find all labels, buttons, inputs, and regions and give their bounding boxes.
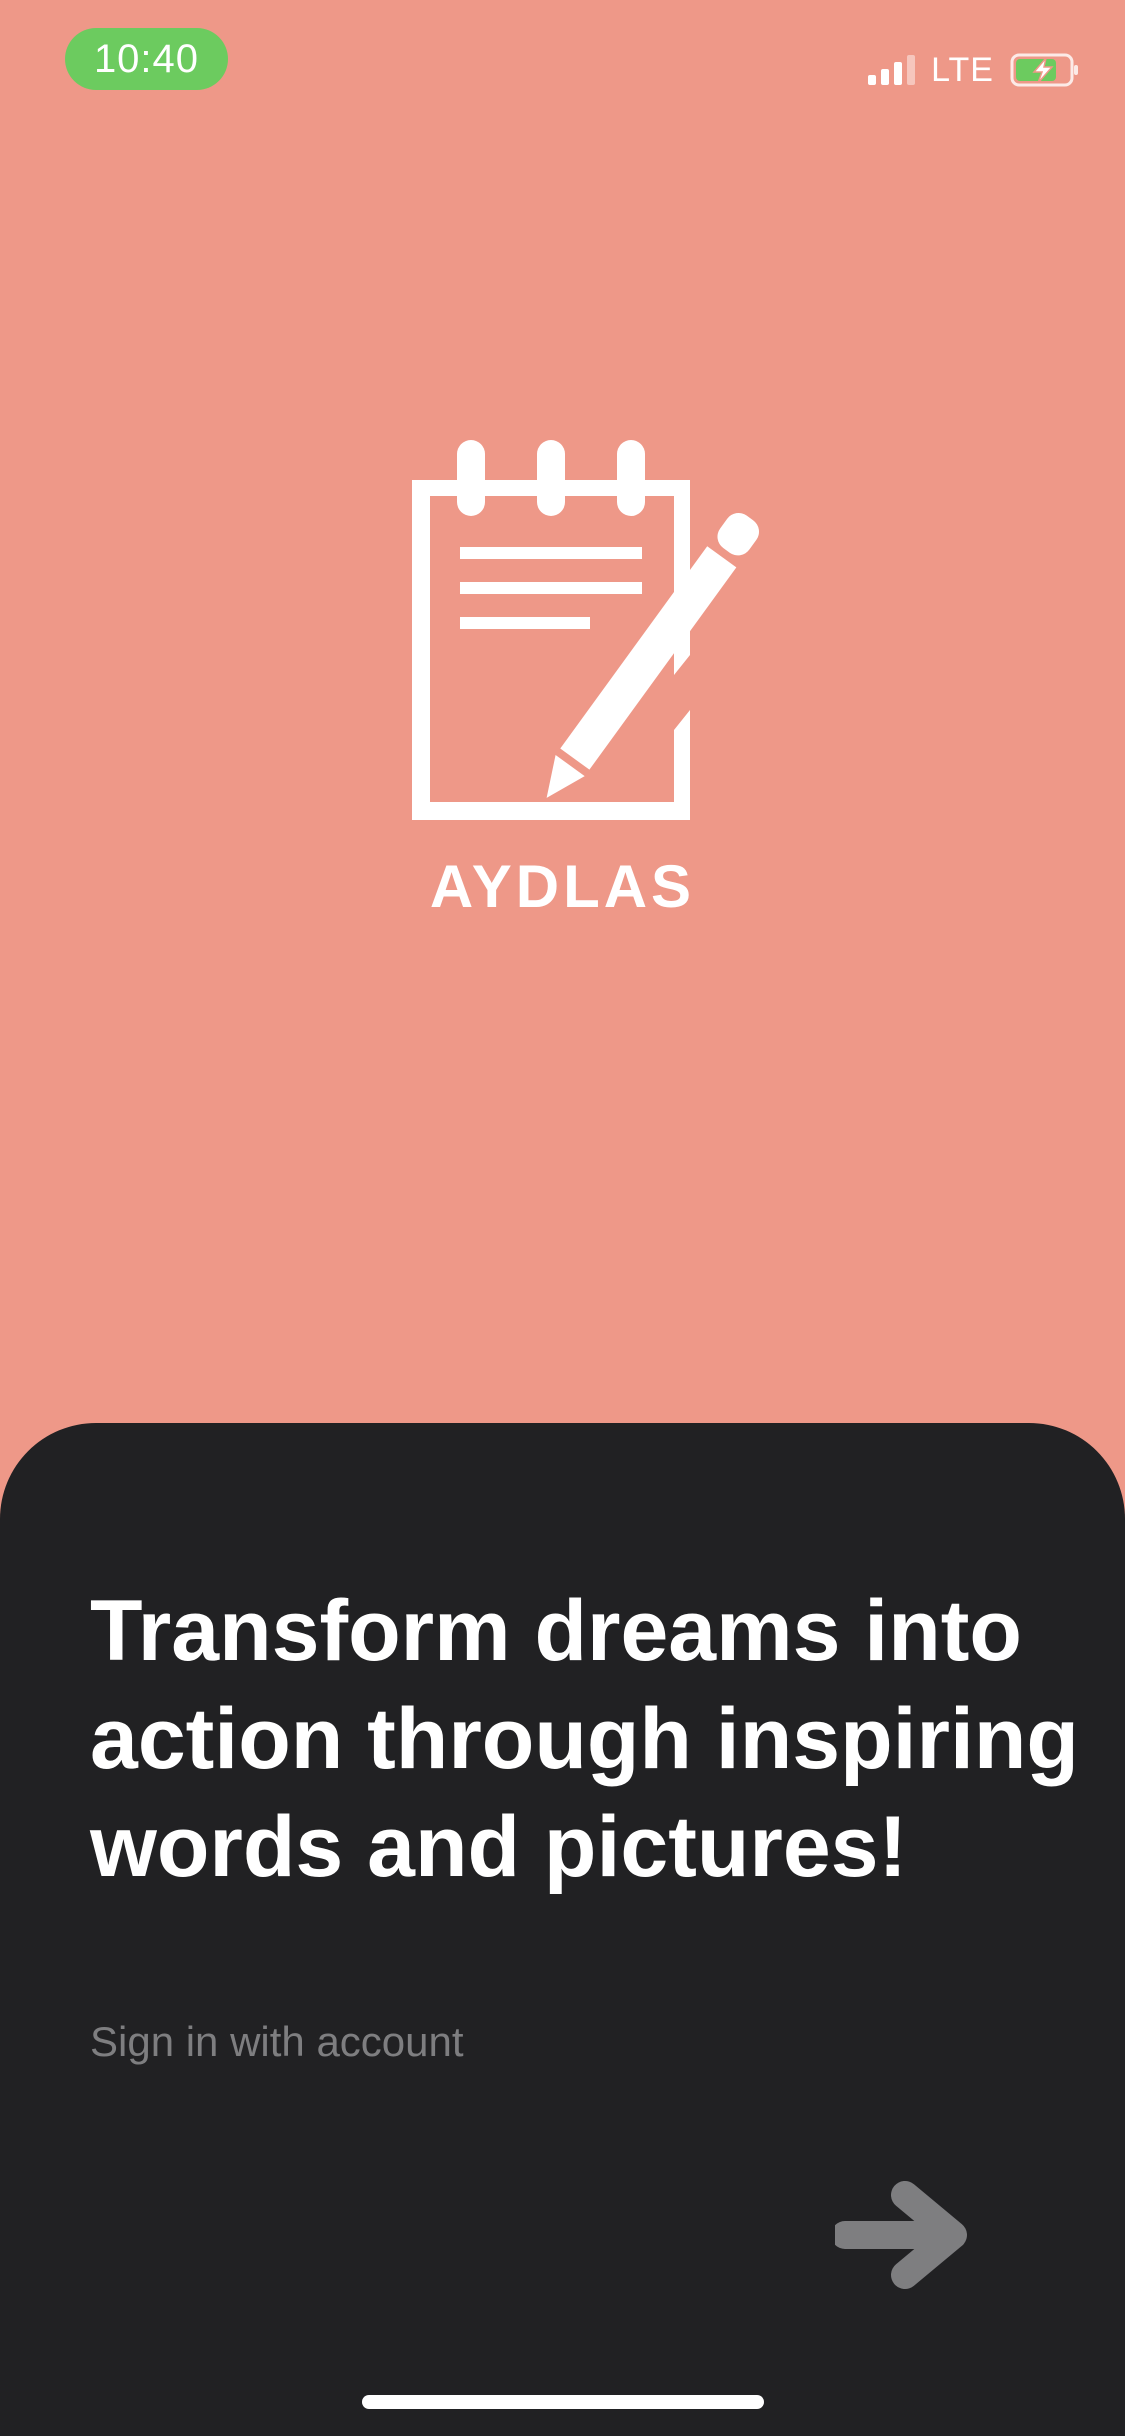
status-time: 10:40	[65, 28, 228, 90]
headline: Transform dreams into action through ins…	[90, 1583, 1079, 1895]
home-indicator[interactable]	[362, 2395, 764, 2409]
network-label: LTE	[931, 50, 994, 89]
notepad-pencil-icon	[412, 440, 760, 820]
signal-icon	[868, 55, 916, 85]
brand-name: AYDLAS	[429, 853, 696, 920]
battery-charging-icon	[1010, 53, 1078, 87]
sign-in-link[interactable]: Sign in with account	[90, 2018, 464, 2066]
status-indicators: LTE	[868, 48, 1080, 92]
arrow-right-icon[interactable]	[835, 2180, 975, 2290]
